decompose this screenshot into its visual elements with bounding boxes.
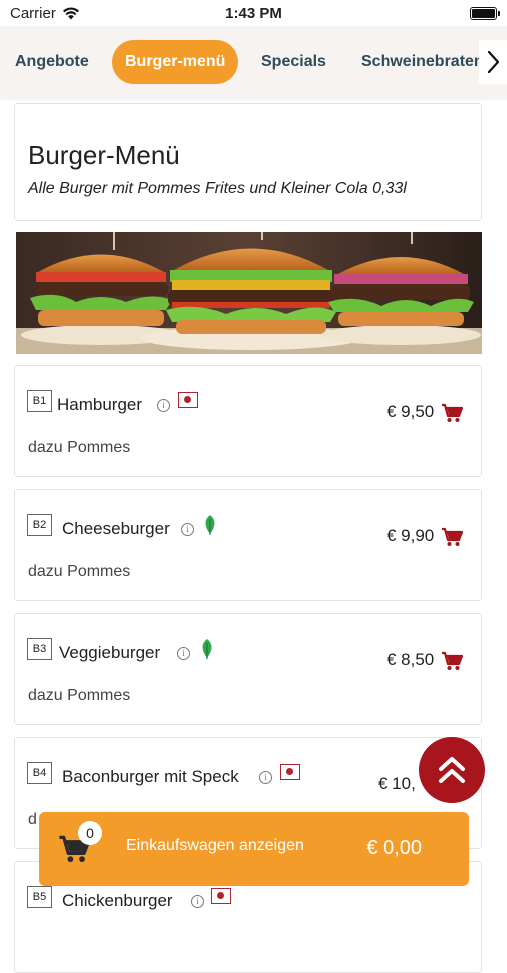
item-code-badge: B4 <box>27 762 52 784</box>
battery-icon <box>470 7 500 20</box>
item-name: Veggieburger <box>59 643 161 662</box>
add-to-cart-icon[interactable] <box>441 403 463 423</box>
item-description: dazu Pommes <box>28 563 131 580</box>
section-subtitle: Alle Burger mit Pommes Frites und Kleine… <box>28 180 407 197</box>
add-to-cart-icon[interactable] <box>441 527 463 547</box>
clock: 1:43 PM <box>225 5 282 22</box>
item-name: Cheeseburger <box>62 519 170 538</box>
cart-count-badge: 0 <box>78 821 102 845</box>
cart-label: Einkaufswagen anzeigen <box>126 837 304 854</box>
vegetarian-leaf-icon <box>202 639 212 659</box>
item-code-badge: B2 <box>27 514 52 536</box>
info-icon[interactable]: i <box>181 523 194 536</box>
cart-total: € 0,00 <box>366 837 422 859</box>
item-name: Chickenburger <box>62 891 173 910</box>
halal-flag-icon <box>280 764 300 780</box>
vegetarian-leaf-icon <box>205 515 215 535</box>
tab-schweinebraten[interactable]: Schweinebraten <box>361 40 484 84</box>
menu-item-card[interactable]: B1 Hamburger i € 9,50 dazu Pommes <box>14 365 482 477</box>
item-price: € 8,50 <box>387 650 435 669</box>
tabs-scroll-right-button[interactable] <box>479 40 507 84</box>
burgers-hero-image <box>16 232 482 354</box>
double-chevron-up-icon <box>439 757 465 783</box>
item-description: dazu Pommes <box>28 687 131 704</box>
item-price: € 10, <box>378 774 416 793</box>
item-name: Hamburger <box>57 395 143 414</box>
show-cart-button[interactable]: 0 Einkaufswagen anzeigen € 0,00 <box>39 812 469 886</box>
tab-burger-menu[interactable]: Burger-menü <box>112 40 239 84</box>
add-to-cart-icon[interactable] <box>441 651 463 671</box>
item-code-badge: B1 <box>27 390 52 412</box>
info-icon[interactable]: i <box>177 647 190 660</box>
item-code-badge: B5 <box>27 886 52 908</box>
item-code-badge: B3 <box>27 638 52 660</box>
halal-flag-icon <box>178 392 198 408</box>
status-bar: Carrier 1:43 PM <box>0 0 507 26</box>
item-name: Baconburger mit Speck <box>62 767 239 786</box>
scroll-to-top-button[interactable] <box>419 737 485 803</box>
item-description: d <box>28 811 37 828</box>
info-icon[interactable]: i <box>191 895 204 908</box>
category-tabs: Angebote Burger-menü Specials Schweinebr… <box>0 26 507 100</box>
info-icon[interactable]: i <box>157 399 170 412</box>
item-description: dazu Pommes <box>28 439 131 456</box>
menu-item-card[interactable]: B3 Veggieburger i € 8,50 dazu Pommes <box>14 613 482 725</box>
halal-flag-icon <box>211 888 231 904</box>
section-title: Burger-Menü <box>28 140 180 170</box>
tab-specials[interactable]: Specials <box>261 40 326 84</box>
item-price: € 9,90 <box>387 526 435 545</box>
section-header-card: Burger-Menü Alle Burger mit Pommes Frite… <box>14 103 482 221</box>
menu-item-card[interactable]: B2 Cheeseburger i € 9,90 dazu Pommes <box>14 489 482 601</box>
chevron-right-icon <box>487 50 500 74</box>
info-icon[interactable]: i <box>259 771 272 784</box>
item-price: € 9,50 <box>387 402 435 421</box>
tab-angebote[interactable]: Angebote <box>15 40 89 84</box>
